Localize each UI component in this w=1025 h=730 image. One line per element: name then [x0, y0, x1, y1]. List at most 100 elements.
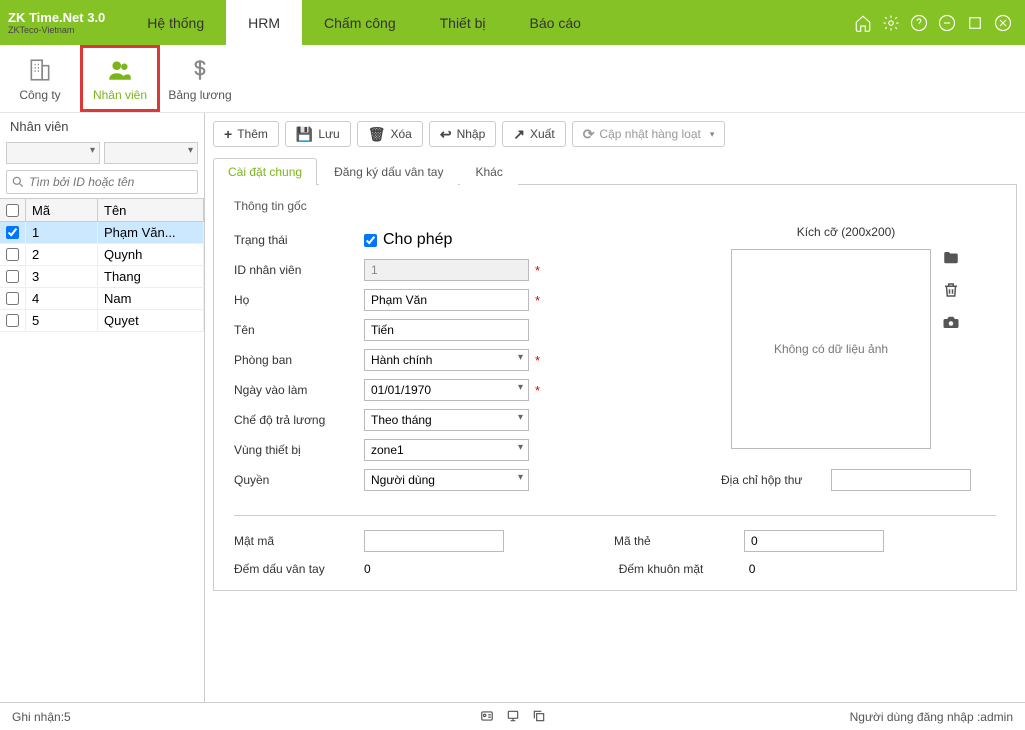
dollar-icon	[186, 56, 214, 84]
fieldset-title: Thông tin gốc	[234, 199, 996, 213]
card-label: Mã thẻ	[614, 534, 744, 548]
logo: ZK Time.Net 3.0 ZKTeco-Vietnam	[8, 0, 125, 45]
col-check-header[interactable]	[0, 199, 26, 221]
delete-photo-icon[interactable]	[941, 281, 961, 299]
ribbon-company[interactable]: Công ty	[0, 45, 80, 112]
lastname-field[interactable]	[364, 289, 529, 311]
privilege-label: Quyền	[234, 473, 364, 487]
card-field[interactable]	[744, 530, 884, 552]
ribbon-payroll[interactable]: Bảng lương	[160, 45, 240, 112]
row-checkbox[interactable]	[6, 314, 19, 327]
home-icon[interactable]	[853, 13, 873, 33]
copy-icon[interactable]	[530, 709, 548, 725]
form-area: Thông tin gốc Trạng thái Cho phép ID nhâ…	[213, 185, 1017, 591]
menu-tab-report[interactable]: Báo cáo	[508, 0, 603, 45]
row-checkbox[interactable]	[6, 248, 19, 261]
col-ma-header[interactable]: Mã	[26, 199, 98, 221]
tab-fingerprint[interactable]: Đăng ký dấu vân tay	[319, 158, 458, 185]
menu-tab-device[interactable]: Thiết bị	[418, 0, 508, 45]
search-input[interactable]	[25, 175, 193, 189]
zone-select[interactable]	[364, 439, 529, 461]
fp-count-value: 0	[364, 562, 371, 576]
refresh-icon: ⟳	[583, 126, 595, 143]
required-marker: *	[535, 383, 540, 398]
col-ten-header[interactable]: Tên	[98, 199, 204, 221]
row-ten: Quynh	[98, 244, 204, 265]
minimize-icon[interactable]	[937, 13, 957, 33]
hiredate-field[interactable]	[364, 379, 529, 401]
row-ma: 3	[26, 266, 98, 287]
table-row[interactable]: 2 Quynh	[0, 244, 204, 266]
content: +Thêm 💾Lưu 🗑Xóa ↩Nhập ↗Xuất ⟳Cập nhật hà…	[205, 113, 1025, 702]
table-row[interactable]: 5 Quyet	[0, 310, 204, 332]
camera-icon[interactable]	[941, 313, 961, 331]
menu-tabs: Hệ thống HRM Chấm công Thiết bị Báo cáo	[125, 0, 603, 45]
folder-icon[interactable]	[941, 249, 961, 267]
search-box[interactable]	[6, 170, 198, 194]
row-ten: Thang	[98, 266, 204, 287]
sub-tabs: Cài đặt chung Đăng ký dấu vân tay Khác	[213, 157, 1017, 185]
firstname-field[interactable]	[364, 319, 529, 341]
tab-general[interactable]: Cài đặt chung	[213, 158, 317, 185]
photo-box: Không có dữ liệu ảnh	[731, 249, 931, 449]
row-ten: Phạm Văn...	[98, 222, 204, 243]
tab-other[interactable]: Khác	[460, 158, 517, 185]
password-label: Mật mã	[234, 534, 364, 548]
status-label: Trạng thái	[234, 233, 364, 247]
row-ma: 2	[26, 244, 98, 265]
hiredate-label: Ngày vào làm	[234, 383, 364, 397]
table-row[interactable]: 1 Phạm Văn...	[0, 222, 204, 244]
add-button[interactable]: +Thêm	[213, 121, 279, 147]
zone-label: Vùng thiết bị	[234, 443, 364, 457]
table-row[interactable]: 3 Thang	[0, 266, 204, 288]
export-button[interactable]: ↗Xuất	[502, 121, 565, 147]
ribbon-employee-label: Nhân viên	[93, 88, 147, 102]
lower-row: Mật mã Mã thẻ	[234, 530, 996, 552]
row-checkbox[interactable]	[6, 292, 19, 305]
row-ten: Nam	[98, 288, 204, 309]
status-checkbox[interactable]: Cho phép	[364, 231, 452, 249]
required-marker: *	[535, 353, 540, 368]
department-select[interactable]	[364, 349, 529, 371]
top-icons	[853, 0, 1025, 45]
plus-icon: +	[224, 126, 232, 142]
batch-update-button[interactable]: ⟳Cập nhật hàng loạt	[572, 121, 726, 147]
people-icon	[106, 56, 134, 84]
import-icon: ↩	[440, 126, 452, 143]
paytype-select[interactable]	[364, 409, 529, 431]
menu-tab-system[interactable]: Hệ thống	[125, 0, 226, 45]
id-label: ID nhân viên	[234, 263, 364, 277]
mail-field[interactable]	[831, 469, 971, 491]
row-checkbox[interactable]	[6, 226, 19, 239]
card-icon[interactable]	[478, 709, 496, 725]
close-icon[interactable]	[993, 13, 1013, 33]
firstname-label: Tên	[234, 323, 364, 337]
save-icon: 💾	[296, 126, 313, 143]
menu-tab-attendance[interactable]: Chấm công	[302, 0, 418, 45]
row-ma: 1	[26, 222, 98, 243]
delete-button[interactable]: 🗑Xóa	[357, 121, 423, 147]
gear-icon[interactable]	[881, 13, 901, 33]
privilege-select[interactable]	[364, 469, 529, 491]
photo-header: Kích cỡ (200x200)	[797, 225, 896, 239]
ribbon: Công ty Nhân viên Bảng lương	[0, 45, 1025, 113]
trash-icon: 🗑	[368, 126, 386, 143]
id-field	[364, 259, 529, 281]
import-button[interactable]: ↩Nhập	[429, 121, 496, 147]
photo-panel: Kích cỡ (200x200) Không có dữ liệu ảnh Đ…	[696, 225, 996, 495]
face-count-value: 0	[749, 562, 756, 576]
table-row[interactable]: 4 Nam	[0, 288, 204, 310]
menu-tab-hrm[interactable]: HRM	[226, 0, 302, 45]
help-icon[interactable]	[909, 13, 929, 33]
device-icon[interactable]	[504, 709, 522, 725]
filter-dropdown-1[interactable]	[6, 142, 100, 164]
required-marker: *	[535, 293, 540, 308]
row-checkbox[interactable]	[6, 270, 19, 283]
password-field[interactable]	[364, 530, 504, 552]
filter-dropdown-2[interactable]	[104, 142, 198, 164]
filter-row	[0, 140, 204, 166]
ribbon-company-label: Công ty	[19, 88, 60, 102]
ribbon-employee[interactable]: Nhân viên	[80, 45, 160, 112]
maximize-icon[interactable]	[965, 13, 985, 33]
save-button[interactable]: 💾Lưu	[285, 121, 351, 147]
